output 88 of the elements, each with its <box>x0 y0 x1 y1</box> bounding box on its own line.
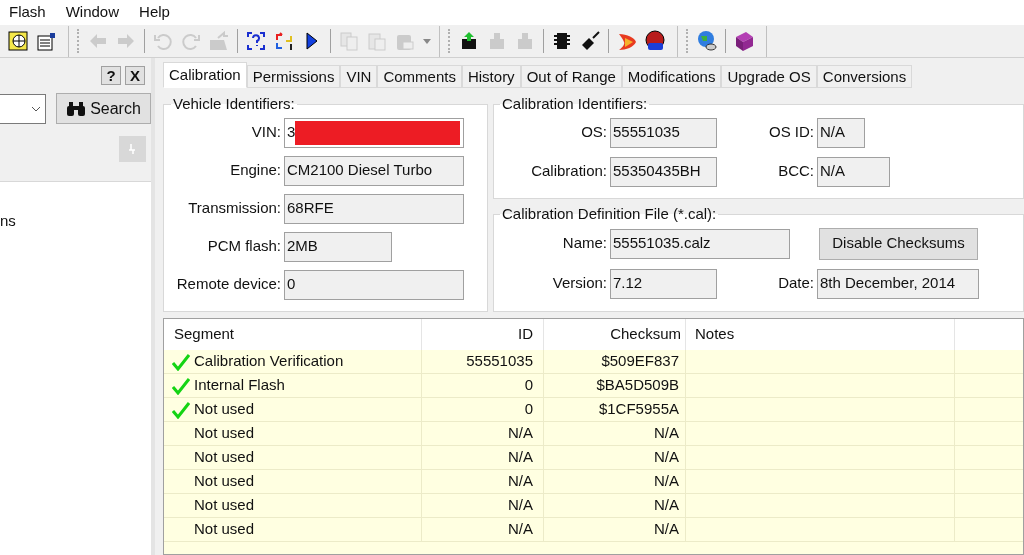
settings-icon <box>35 30 57 52</box>
field-label: Engine: <box>229 160 281 181</box>
field-label: Date: <box>777 273 814 294</box>
text-field[interactable]: 2MB <box>284 231 392 262</box>
tab[interactable]: Permissions <box>246 65 341 88</box>
chevron-down-icon <box>31 105 41 112</box>
table-row[interactable]: Not used N/A N/A <box>164 470 1023 494</box>
pin-icon <box>128 144 137 154</box>
table-cell-text: N/A <box>508 471 533 492</box>
table-cell-text: Internal Flash <box>194 375 285 396</box>
table-cell-text: N/A <box>508 495 533 516</box>
field-label: BCC: <box>777 161 814 182</box>
menu-item[interactable]: Help <box>139 1 170 24</box>
field-label: OS ID: <box>768 122 814 143</box>
table-cell-text: 0 <box>524 399 533 420</box>
table-row[interactable]: Not used N/A N/A <box>164 422 1023 446</box>
table-cell-text: Not used <box>194 447 255 468</box>
tab[interactable]: History <box>461 65 521 88</box>
tab[interactable]: Modifications <box>621 65 722 88</box>
table-cell-text: Not used <box>194 423 255 444</box>
table-cell-text: $509EF837 <box>601 351 679 372</box>
tab[interactable]: Upgrade OS <box>721 65 817 88</box>
field-label: Version: <box>551 273 607 294</box>
table-cell-text: $BA5D509B <box>596 375 679 396</box>
table-cell-text: N/A <box>508 519 533 540</box>
table-cell-text: 55551035 <box>466 351 533 372</box>
table-cell-text: N/A <box>654 495 679 516</box>
text-field[interactable]: 55350435BH <box>610 156 717 187</box>
table-cell-text: 0 <box>524 375 533 396</box>
table-row[interactable]: Not used N/A N/A <box>164 494 1023 518</box>
table-cell-text: $1CF5955A <box>598 399 679 420</box>
binoculars-icon <box>66 100 87 117</box>
tab[interactable]: Calibration <box>163 62 247 88</box>
text-field[interactable]: 68RFE <box>284 193 464 224</box>
copy-icon <box>338 30 360 52</box>
table-cell-text: N/A <box>508 423 533 444</box>
table-cell-text: N/A <box>654 471 679 492</box>
dropdown-caret-icon[interactable] <box>423 38 431 44</box>
table-cell-text: N/A <box>508 447 533 468</box>
table-cell-text: N/A <box>654 423 679 444</box>
tab[interactable]: VIN <box>340 65 378 88</box>
dropdown-field[interactable] <box>0 93 46 124</box>
help-button[interactable]: ? <box>101 66 121 85</box>
table-cell-text: Not used <box>194 471 255 492</box>
text-field[interactable]: 0 <box>284 269 464 300</box>
text-field[interactable]: N/A <box>817 117 865 148</box>
table-row[interactable]: Not used 0 $1CF5955A <box>164 398 1023 422</box>
tab[interactable]: Comments <box>377 65 462 88</box>
group-title: Calibration Identifiers: <box>501 94 649 114</box>
field-label: VIN: <box>250 122 281 143</box>
text-field[interactable]: 3 <box>284 117 464 148</box>
search-button[interactable]: Search <box>56 93 151 124</box>
text-field[interactable]: CM2100 Diesel Turbo <box>284 155 464 186</box>
table-cell-text: Not used <box>194 495 255 516</box>
table-row[interactable]: Calibration Verification 55551035 $509EF837 <box>164 350 1023 374</box>
list-item[interactable]: ns <box>0 210 16 233</box>
menu-item[interactable]: Window <box>65 1 120 24</box>
field-label: Remote device: <box>175 274 281 295</box>
globe-icon <box>696 30 718 52</box>
tab[interactable]: Conversions <box>816 65 913 88</box>
text-field[interactable]: 55551035.calz <box>610 228 790 259</box>
field-label: Calibration: <box>530 161 607 182</box>
tab[interactable]: Out of Range <box>520 65 622 88</box>
close-button[interactable]: X <box>125 66 145 85</box>
paste-icon <box>366 30 388 52</box>
field-label: PCM flash: <box>206 236 281 257</box>
text-field[interactable]: 7.12 <box>610 268 717 299</box>
table-cell-text: Not used <box>194 519 255 540</box>
menu-item[interactable]: Flash <box>9 1 46 24</box>
crosshair-grid-icon <box>7 30 29 52</box>
table-cell-text: Not used <box>194 399 255 420</box>
field-label: Transmission: <box>187 198 281 219</box>
disable-checksums-button[interactable]: Disable Checksums <box>819 227 978 260</box>
field-label: Name: <box>561 233 607 254</box>
text-field[interactable]: N/A <box>817 156 890 187</box>
help-icon <box>245 30 267 52</box>
group-title: Vehicle Identifiers: <box>172 94 296 114</box>
table-row[interactable]: Not used N/A N/A <box>164 518 1023 542</box>
table-cell-text: N/A <box>654 447 679 468</box>
table-row[interactable]: Not used N/A N/A <box>164 446 1023 470</box>
text-field[interactable]: 55551035 <box>610 117 717 148</box>
group-title: Calibration Definition File (*.cal): <box>501 204 718 224</box>
text-field[interactable]: 8th December, 2014 <box>817 268 979 299</box>
table-row[interactable]: Internal Flash 0 $BA5D509B <box>164 374 1023 398</box>
swap-arrows-icon <box>273 30 295 52</box>
table-cell-text: Calibration Verification <box>194 351 344 372</box>
table-cell-text: N/A <box>654 519 679 540</box>
field-label: OS: <box>580 122 607 143</box>
